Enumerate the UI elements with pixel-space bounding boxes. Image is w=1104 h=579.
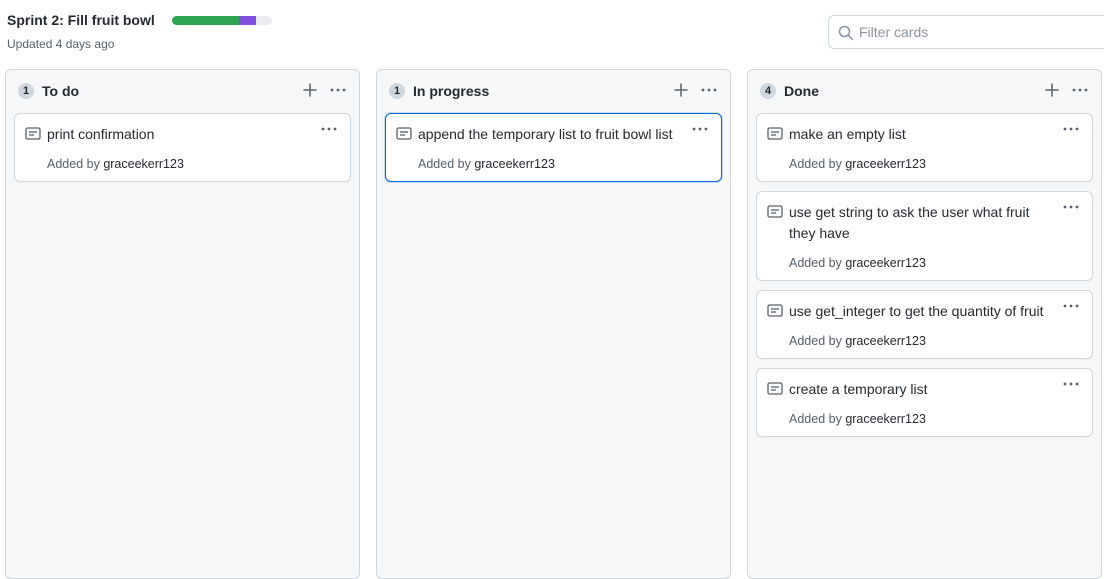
column-count-badge: 4 [760, 83, 777, 99]
card-menu-icon[interactable] [1062, 379, 1080, 389]
note-icon [767, 127, 783, 140]
added-by-label: Added by [789, 334, 842, 348]
project-title[interactable]: Sprint 2: Fill fruit bowl [7, 12, 155, 28]
column-header: 4 Done [748, 70, 1101, 112]
added-by-label: Added by [47, 157, 100, 171]
column-done: 4 Done make an empty list Added by grace… [747, 69, 1102, 579]
column-todo: 1 To do print confirmation Added by grac… [5, 69, 360, 579]
column-title: To do [42, 83, 80, 99]
note-icon [767, 205, 783, 218]
card-author-link[interactable]: graceekerr123 [845, 157, 926, 171]
card-added-by: Added by graceekerr123 [789, 412, 926, 426]
column-count-badge: 1 [389, 83, 406, 99]
card[interactable]: use get_integer to get the quantity of f… [756, 290, 1093, 359]
column-menu-icon[interactable] [1071, 82, 1089, 98]
note-icon [25, 127, 41, 140]
progress-done-segment [172, 16, 239, 25]
column-in-progress: 1 In progress append the temporary list … [376, 69, 731, 579]
updated-text: Updated 4 days ago [7, 37, 115, 51]
card-menu-icon[interactable] [1062, 124, 1080, 134]
card-added-by: Added by graceekerr123 [789, 157, 926, 171]
card-added-by: Added by graceekerr123 [418, 157, 555, 171]
add-card-icon[interactable] [302, 82, 318, 98]
card-menu-icon[interactable] [691, 124, 709, 134]
card-menu-icon[interactable] [1062, 202, 1080, 212]
column-count-badge: 1 [18, 83, 35, 99]
note-icon [767, 382, 783, 395]
project-header: Sprint 2: Fill fruit bowl Updated 4 days… [0, 0, 1104, 64]
progress-bar [172, 16, 272, 25]
added-by-label: Added by [789, 157, 842, 171]
card[interactable]: make an empty list Added by graceekerr12… [756, 113, 1093, 182]
note-icon [767, 304, 783, 317]
progress-in-progress-segment [239, 16, 256, 25]
column-menu-icon[interactable] [329, 82, 347, 98]
added-by-label: Added by [789, 256, 842, 270]
card[interactable]: create a temporary list Added by graceek… [756, 368, 1093, 437]
card-added-by: Added by graceekerr123 [47, 157, 184, 171]
search-icon [838, 25, 854, 41]
note-icon [396, 127, 412, 140]
card-author-link[interactable]: graceekerr123 [845, 412, 926, 426]
card-author-link[interactable]: graceekerr123 [845, 256, 926, 270]
card[interactable]: append the temporary list to fruit bowl … [385, 113, 722, 182]
filter-cards-input[interactable] [859, 22, 1099, 42]
column-header: 1 In progress [377, 70, 730, 112]
add-card-icon[interactable] [1044, 82, 1060, 98]
add-card-icon[interactable] [673, 82, 689, 98]
card-added-by: Added by graceekerr123 [789, 256, 926, 270]
card-author-link[interactable]: graceekerr123 [845, 334, 926, 348]
card-menu-icon[interactable] [320, 124, 338, 134]
card-title: make an empty list [789, 126, 906, 142]
column-title: Done [784, 83, 819, 99]
card[interactable]: use get string to ask the user what frui… [756, 191, 1093, 281]
column-menu-icon[interactable] [700, 82, 718, 98]
card-author-link[interactable]: graceekerr123 [103, 157, 184, 171]
card-added-by: Added by graceekerr123 [789, 334, 926, 348]
column-header: 1 To do [6, 70, 359, 112]
card-menu-icon[interactable] [1062, 301, 1080, 311]
column-title: In progress [413, 83, 490, 99]
added-by-label: Added by [418, 157, 471, 171]
card-title: use get_integer to get the quantity of f… [789, 303, 1044, 319]
card-title: append the temporary list to fruit bowl … [418, 126, 673, 142]
added-by-label: Added by [789, 412, 842, 426]
card-title: use get string to ask the user what frui… [789, 204, 1030, 241]
card[interactable]: print confirmation Added by graceekerr12… [14, 113, 351, 182]
card-title: create a temporary list [789, 381, 928, 397]
filter-cards-field[interactable] [828, 15, 1104, 49]
card-author-link[interactable]: graceekerr123 [474, 157, 555, 171]
card-title: print confirmation [47, 126, 155, 142]
